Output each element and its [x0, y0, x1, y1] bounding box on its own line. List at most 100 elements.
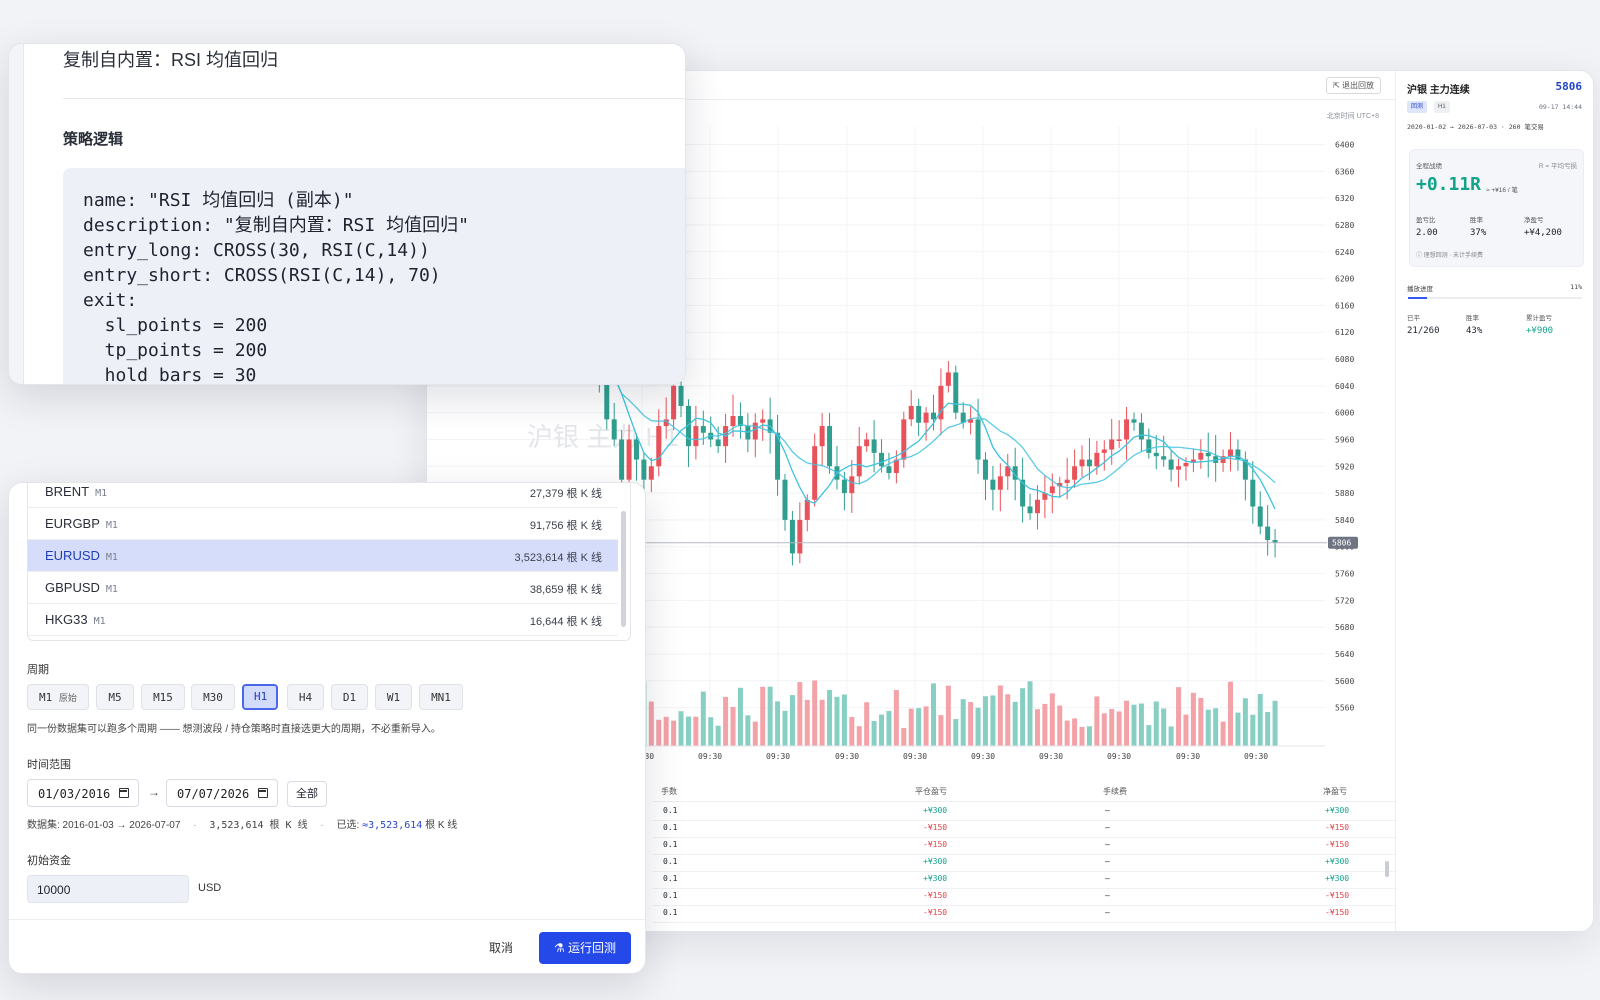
- trade-row[interactable]: 0.1 -¥150 — -¥150: [653, 837, 1417, 855]
- progress-fill: [1408, 297, 1428, 299]
- volume-bar: [797, 682, 803, 746]
- selected-prefix: 已选:: [336, 820, 360, 831]
- volume-bar: [789, 695, 795, 746]
- period-button-m1[interactable]: M1 原始: [27, 684, 89, 710]
- volume-bar: [760, 686, 766, 746]
- trade-row[interactable]: 0.1 -¥150 — -¥150: [653, 820, 1417, 838]
- progress-win-label: 胜率: [1466, 315, 1479, 322]
- trade-row[interactable]: 0.1 +¥300 — +¥300: [653, 854, 1417, 872]
- candle-body: [1116, 439, 1122, 441]
- volume-bar: [908, 708, 914, 746]
- cum-pnl-label: 累计盈亏: [1526, 315, 1552, 322]
- price-axis-label: 6120: [1335, 328, 1354, 337]
- trade-net-pnl: -¥150: [1325, 823, 1350, 832]
- trade-fee: —: [1105, 891, 1110, 900]
- run-backtest-button[interactable]: ⚗ 运行回测: [539, 932, 631, 964]
- volume-bar: [767, 686, 773, 746]
- period-button-mn1[interactable]: MN1: [419, 684, 463, 710]
- volume-bar: [1228, 681, 1234, 746]
- cancel-button[interactable]: 取消: [489, 939, 513, 956]
- dataset-row[interactable]: BRENT M1 27,379 根 K 线: [28, 483, 618, 508]
- period-button-m5[interactable]: M5: [96, 684, 134, 710]
- dataset-name: EURUSD M1: [45, 548, 118, 563]
- capital-label: 初始资金: [27, 855, 71, 867]
- trade-row[interactable]: 0.1 -¥150 — -¥150: [653, 905, 1417, 923]
- period-button-h1[interactable]: H1: [242, 684, 278, 710]
- dataset-list-scrollbar[interactable]: [621, 511, 626, 627]
- dataset-count: 91,756 根 K 线: [529, 520, 602, 532]
- per-trade: ≈ +¥16 / 笔: [1486, 187, 1518, 194]
- footer-divider: [9, 919, 645, 920]
- period-tag: H1: [1434, 101, 1450, 113]
- dataset-name: BRENT M1: [45, 484, 108, 499]
- initial-capital-input[interactable]: 10000: [27, 875, 189, 903]
- candle-body: [982, 459, 988, 480]
- exit-replay-button[interactable]: ⇱ 退出回放: [1326, 77, 1381, 94]
- period-button-h4[interactable]: H4: [287, 684, 324, 710]
- trade-row[interactable]: 0.1 +¥300 — +¥300: [653, 871, 1417, 889]
- candle-body: [1131, 419, 1137, 423]
- volume-bar: [1138, 703, 1144, 746]
- period-button-m15[interactable]: M15: [141, 684, 185, 710]
- volume-bar: [938, 715, 944, 746]
- dataset-list[interactable]: BRENT M1 27,379 根 K 线 EURGBP M1 91,756 根 K 线E…: [27, 483, 631, 641]
- volume-bar: [1101, 713, 1107, 746]
- start-date-input[interactable]: 01/03/2016: [27, 779, 139, 807]
- dataset-row[interactable]: EURUSD M1 3,523,614 根 K 线: [28, 540, 618, 572]
- candle-body: [797, 519, 803, 554]
- candle-body: [1101, 449, 1107, 453]
- trade-fee: —: [1105, 857, 1110, 866]
- strategy-code[interactable]: name: "RSI 均值回归 (副本)" description: "复制自内…: [83, 188, 469, 384]
- volume-bar: [685, 716, 691, 746]
- total-r: +0.11R: [1416, 174, 1482, 195]
- period-button-d1[interactable]: D1: [331, 684, 368, 710]
- time-axis-label: 09:30: [1039, 752, 1063, 761]
- price-axis-label: 6080: [1335, 355, 1354, 364]
- candle-body: [997, 476, 1003, 490]
- candle-body: [1146, 439, 1152, 453]
- volume-bar: [1005, 694, 1011, 746]
- strategy-code-dialog: 复制自内置：RSI 均值回归 策略逻辑 name: "RSI 均值回归 (副本)…: [8, 43, 686, 385]
- price-axis-label: 6160: [1335, 301, 1354, 310]
- pl-ratio-label: 盈亏比: [1416, 217, 1436, 224]
- calendar-icon[interactable]: [258, 788, 268, 798]
- end-date-input[interactable]: 07/07/2026: [166, 779, 278, 807]
- col-fee: 手续费: [1103, 787, 1127, 796]
- candle-body: [789, 519, 795, 554]
- all-range-button[interactable]: 全部: [287, 781, 327, 807]
- strategy-logic-label: 策略逻辑: [63, 131, 124, 148]
- calendar-icon[interactable]: [119, 788, 129, 798]
- win-rate-label: 胜率: [1470, 217, 1483, 224]
- dataset-row[interactable]: HKG33 M1 16,644 根 K 线: [28, 604, 618, 636]
- candle-body: [864, 439, 870, 447]
- volume-bar: [1153, 701, 1159, 746]
- run-backtest-label: 运行回测: [568, 941, 617, 955]
- trades-scrollbar[interactable]: [1385, 861, 1389, 877]
- strategy-title: 复制自内置：RSI 均值回归: [63, 50, 279, 70]
- candle-body: [1072, 466, 1078, 480]
- period-hint: 同一份数据集可以跑多个周期 —— 想测波段 / 持仓策略时直接选更大的周期，不必…: [27, 724, 441, 735]
- progress-bar[interactable]: [1408, 297, 1582, 299]
- trade-close-pnl: -¥150: [923, 840, 948, 849]
- time-axis-label: 09:30: [971, 752, 995, 761]
- price-axis-label: 5640: [1335, 650, 1354, 659]
- volume-bar: [1034, 709, 1040, 746]
- trade-row[interactable]: 0.1 +¥300 — +¥300: [653, 803, 1417, 821]
- trade-net-pnl: +¥300: [1325, 874, 1350, 883]
- candle-body: [1094, 452, 1100, 467]
- volume-bar: [923, 706, 929, 746]
- volume-bar: [715, 725, 721, 746]
- period-button-w1[interactable]: W1: [375, 684, 412, 710]
- candle-body: [916, 405, 922, 423]
- dataset-row[interactable]: GBPUSD M1 38,659 根 K 线: [28, 572, 618, 604]
- trade-row[interactable]: 0.1 -¥150 — -¥150: [653, 888, 1417, 906]
- trade-close-pnl: +¥300: [923, 874, 948, 883]
- volume-bar: [1213, 708, 1219, 746]
- volume-bar: [856, 726, 862, 746]
- dataset-row[interactable]: EURGBP M1 91,756 根 K 线: [28, 508, 618, 540]
- period-button-m30[interactable]: M30: [191, 684, 235, 710]
- volume-bar: [871, 721, 877, 746]
- start-date-value: 01/03/2016: [38, 787, 111, 801]
- strategy-code-editor[interactable]: name: "RSI 均值回归 (副本)" description: "复制自内…: [63, 168, 685, 384]
- volume-bar: [1198, 697, 1204, 746]
